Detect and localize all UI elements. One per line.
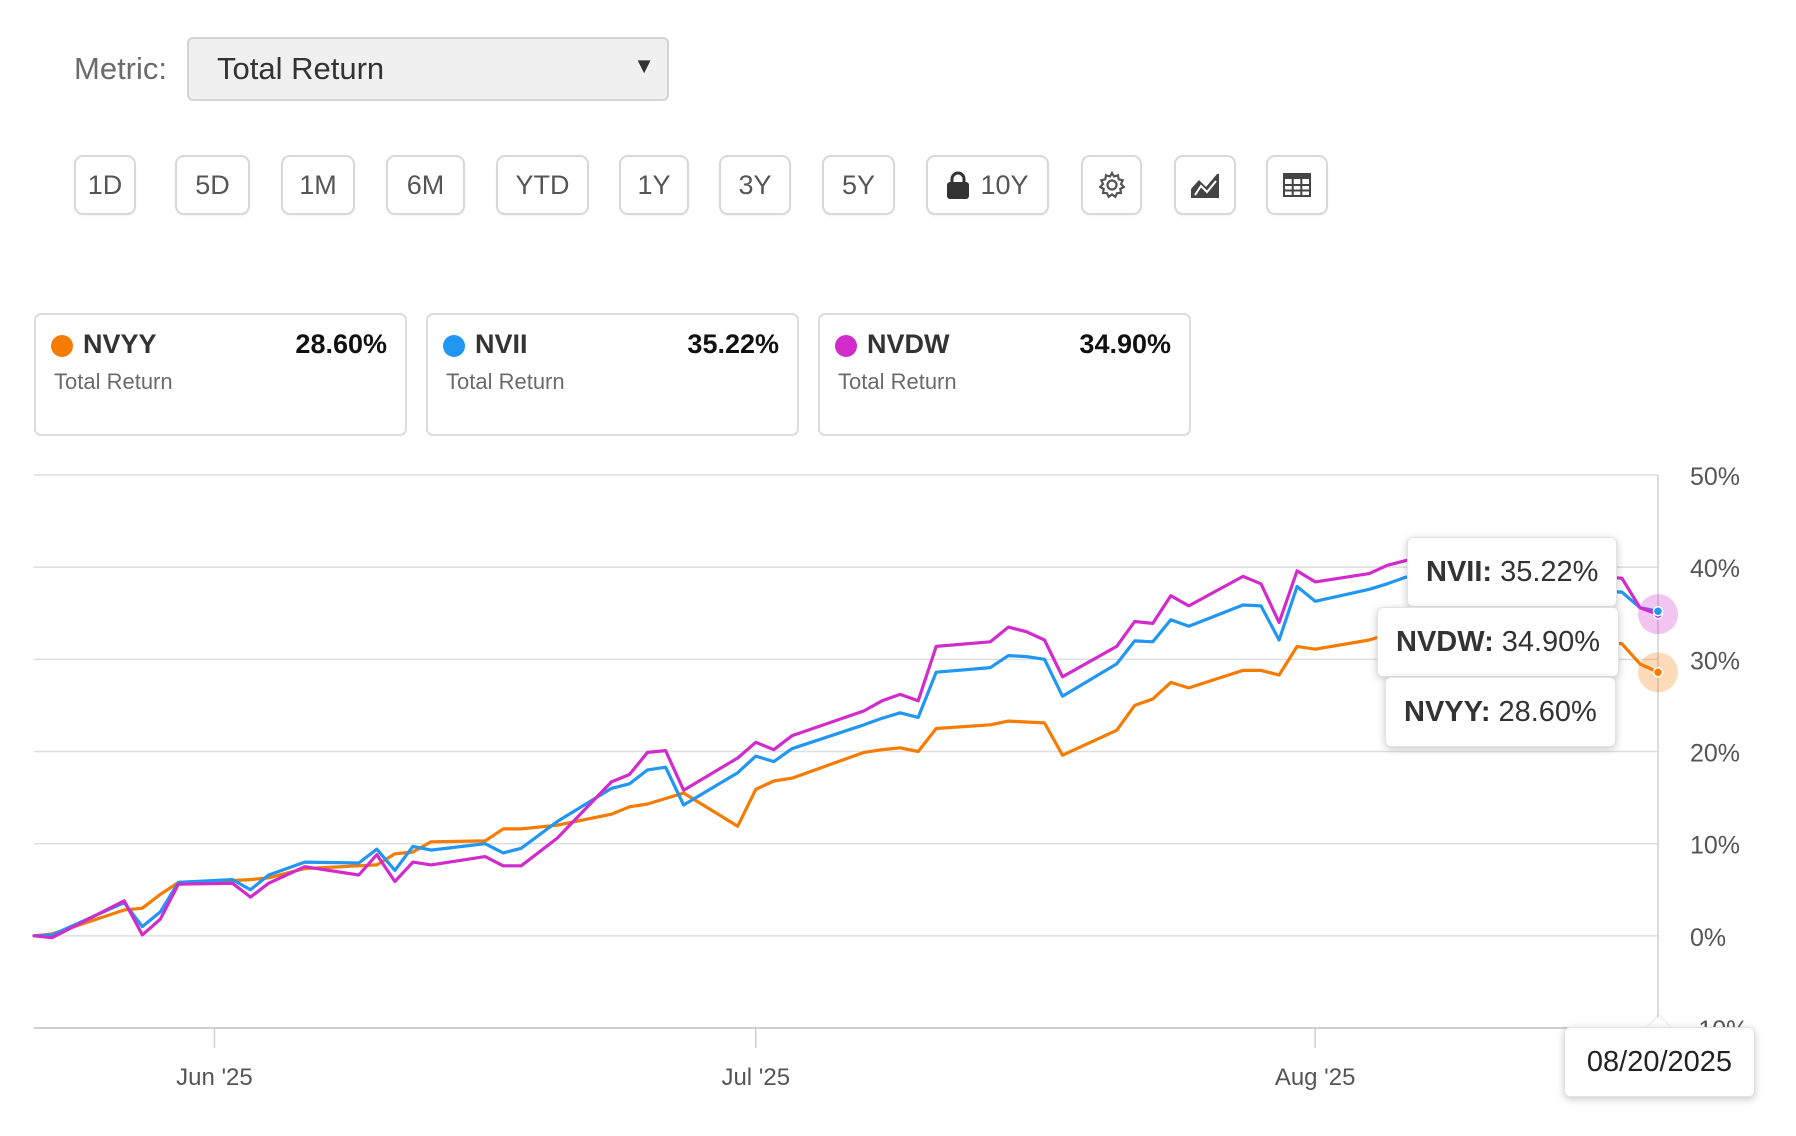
range-label-1y: 1Y — [637, 169, 671, 200]
metric-select-value: Total Return — [217, 51, 385, 86]
tooltip-nvii: NVII: 35.22% — [1407, 537, 1618, 607]
legend-card-nvii[interactable]: NVII 35.22% Total Return — [426, 313, 799, 436]
range-button-ytd[interactable]: YTD — [496, 155, 589, 215]
range-label-6m: 6M — [406, 169, 445, 200]
range-button-1d[interactable]: 1D — [74, 155, 136, 215]
hover-point-nvii — [1652, 605, 1664, 617]
x-tick-label: Jul '25 — [721, 1064, 790, 1091]
hover-point-nvyy — [1652, 666, 1664, 678]
chart-type-button[interactable] — [1174, 155, 1236, 215]
tooltip-ticker: NVYY: — [1404, 695, 1491, 728]
y-tick-label: 10% — [1690, 832, 1740, 860]
x-tick-label: Aug '25 — [1275, 1064, 1356, 1091]
tooltip-value: 35.22% — [1500, 555, 1599, 588]
series-color-dot — [443, 335, 465, 357]
card-metric: Total Return — [54, 369, 173, 394]
metric-selector-row: Metric: Total Return ▼ — [74, 36, 669, 102]
range-label-1d: 1D — [87, 169, 123, 200]
tooltip-value: 28.60% — [1498, 695, 1597, 728]
y-tick-label: 20% — [1690, 740, 1740, 768]
range-button-1m[interactable]: 1M — [281, 155, 355, 215]
lock-icon — [946, 170, 970, 200]
card-ticker: NVDW — [867, 329, 950, 359]
range-label-5d: 5D — [195, 169, 230, 200]
tooltip-ticker: NVDW: — [1396, 625, 1494, 658]
hover-date: 08/20/2025 — [1586, 1045, 1733, 1078]
chart-type-icon — [1189, 171, 1221, 199]
legend-card-nvdw[interactable]: NVDW 34.90% Total Return — [818, 313, 1191, 436]
y-tick-label: 40% — [1690, 555, 1740, 583]
gear-icon — [1097, 170, 1127, 200]
tooltip-nvdw: NVDW: 34.90% — [1377, 607, 1620, 677]
card-ticker: NVII — [475, 329, 528, 359]
range-button-5y[interactable]: 5Y — [822, 155, 895, 215]
card-value: 35.22% — [687, 329, 779, 359]
hover-date-tooltip: 08/20/2025 — [1564, 1027, 1755, 1097]
range-label-5y: 5Y — [841, 169, 876, 200]
table-view-button[interactable] — [1266, 155, 1328, 215]
card-metric: Total Return — [446, 369, 565, 394]
card-value: 34.90% — [1079, 329, 1171, 359]
series-color-dot — [835, 335, 857, 357]
range-button-6m[interactable]: 6M — [386, 155, 465, 215]
metric-select[interactable]: Total Return ▼ — [187, 37, 669, 101]
table-icon — [1283, 173, 1311, 197]
y-tick-label: 30% — [1690, 647, 1740, 675]
card-ticker: NVYY — [83, 329, 157, 359]
series-color-dot — [51, 335, 73, 357]
tooltip-ticker: NVII: — [1426, 555, 1493, 588]
range-button-10y[interactable]: 10Y — [926, 155, 1049, 215]
range-label-ytd: YTD — [515, 169, 570, 200]
range-label-10y: 10Y — [980, 169, 1029, 200]
x-tick-label: Jun '25 — [176, 1064, 253, 1091]
y-tick-label: 50% — [1690, 463, 1740, 491]
range-button-1y[interactable]: 1Y — [619, 155, 689, 215]
dropdown-arrow-icon: ▼ — [633, 53, 655, 78]
tooltip-value: 34.90% — [1501, 625, 1601, 658]
tooltip-nvyy: NVYY: 28.60% — [1385, 677, 1616, 747]
range-label-3y: 3Y — [738, 169, 772, 200]
card-value: 28.60% — [295, 329, 387, 359]
settings-button[interactable] — [1081, 155, 1142, 215]
legend-card-nvyy[interactable]: NVYY 28.60% Total Return — [34, 313, 407, 436]
range-label-1m: 1M — [299, 169, 337, 200]
range-button-5d[interactable]: 5D — [175, 155, 250, 215]
card-metric: Total Return — [838, 369, 957, 394]
y-tick-label: 0% — [1690, 924, 1726, 952]
range-button-3y[interactable]: 3Y — [719, 155, 791, 215]
metric-label: Metric: — [74, 51, 167, 86]
